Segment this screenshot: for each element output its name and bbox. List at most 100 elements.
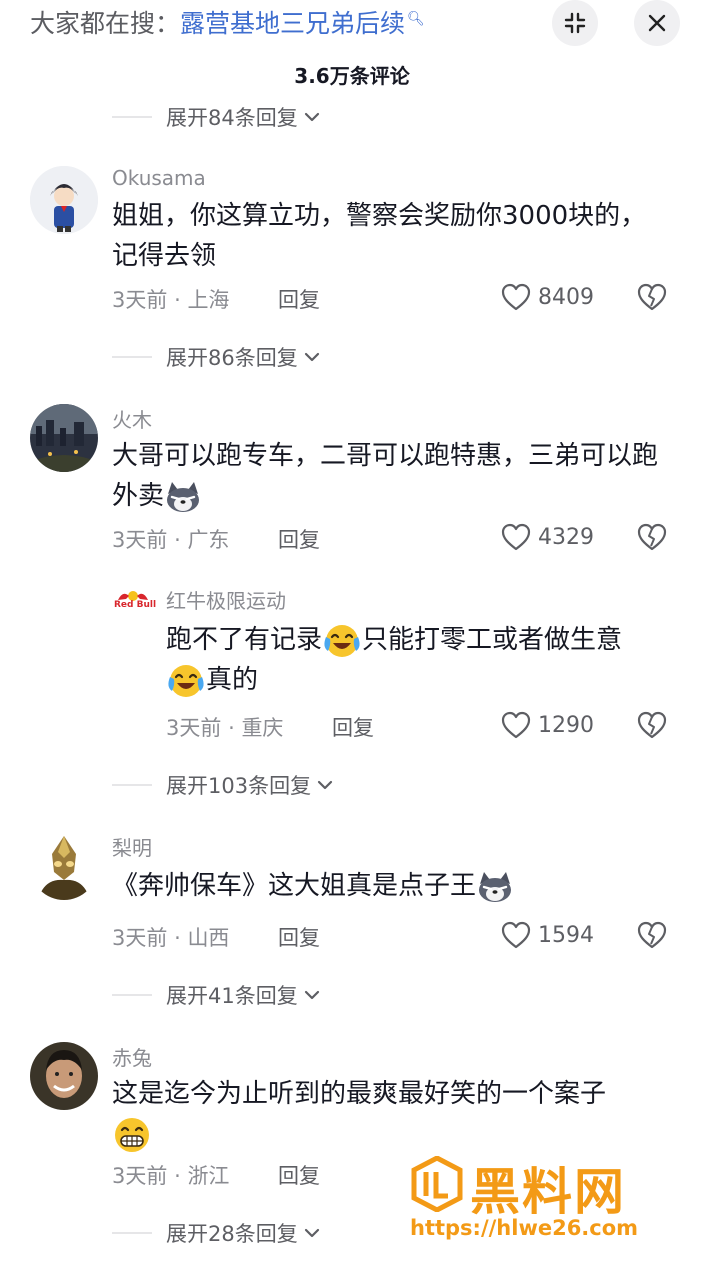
comment-location: 浙江 — [187, 1164, 230, 1188]
avatar[interactable] — [30, 832, 98, 900]
watermark-title: 黑料网 — [470, 1163, 626, 1221]
expand-replies-button[interactable]: 展开84条回复 — [112, 102, 322, 132]
comment-location: 广东 — [187, 528, 230, 552]
avatar[interactable] — [30, 166, 98, 234]
broken-heart-icon — [637, 921, 667, 949]
reply-meta: 3天前 · 重庆 — [166, 712, 283, 742]
like-button[interactable]: 1594 — [500, 920, 594, 950]
expand-replies-button[interactable]: 展开41条回复 — [112, 980, 322, 1010]
comment-count: 3.6万条评论 — [294, 64, 410, 88]
crying-laughing-emoji-icon — [168, 664, 204, 697]
trending-search-label: 大家都在搜： — [30, 9, 181, 38]
chevron-down-icon — [304, 112, 319, 122]
dislike-button[interactable] — [636, 282, 668, 316]
meta-separator: · — [228, 716, 235, 740]
collapse-icon — [564, 12, 586, 34]
heart-icon — [501, 523, 531, 551]
heart-icon — [501, 921, 531, 949]
reply-author[interactable]: 红牛极限运动 — [166, 585, 286, 614]
meta-separator: · — [174, 1164, 181, 1188]
chevron-down-icon — [317, 780, 333, 790]
comment-meta: 3天前 · 广东 — [112, 524, 229, 554]
comment-text: 姐姐，你这算立功，警察会奖励你3000块的，记得去领 — [112, 201, 647, 271]
divider — [112, 1232, 152, 1234]
comment-text: 大哥可以跑专车，二哥可以跑特惠，三弟可以跑外卖 — [112, 436, 682, 516]
like-count: 1290 — [538, 712, 594, 738]
reply-text: 跑不了有记录 只能打零工或者做生意真的 — [166, 620, 676, 700]
top-bar: 大家都在搜：露营基地三兄弟后续 🔍︎ — [0, 0, 704, 46]
watermark: 黑料网 https://hlwe26.com — [410, 1152, 690, 1248]
comment-author[interactable]: 火木 — [112, 404, 152, 433]
crying-laughing-emoji-icon — [324, 624, 360, 657]
chevron-down-icon — [304, 1228, 319, 1238]
close-icon — [648, 14, 666, 32]
comment-meta: 3天前 · 上海 — [112, 284, 229, 314]
divider — [112, 994, 152, 996]
reply-text-part: 跑不了有记录 — [166, 625, 323, 655]
expand-replies-button[interactable]: 展开86条回复 — [112, 342, 322, 372]
heart-icon — [501, 283, 531, 311]
expand-replies-label: 展开41条回复 — [166, 984, 298, 1008]
comment-time: 3天前 — [112, 1164, 168, 1188]
expand-replies-label: 展开84条回复 — [166, 106, 298, 130]
comment-location: 山西 — [187, 926, 230, 950]
trending-search[interactable]: 大家都在搜：露营基地三兄弟后续 🔍︎ — [30, 4, 425, 40]
reply-button[interactable]: 回复 — [278, 284, 320, 314]
redbull-logo-text: Red Bull — [114, 600, 157, 610]
comment-author[interactable]: 梨明 — [112, 832, 152, 861]
reply-button[interactable]: 回复 — [278, 524, 320, 554]
expand-replies-label: 展开86条回复 — [166, 346, 298, 370]
search-icon: 🔍︎ — [407, 10, 425, 27]
redbull-avatar[interactable]: Red Bull — [114, 586, 157, 622]
broken-heart-icon — [637, 523, 667, 551]
like-button[interactable]: 8409 — [500, 282, 594, 312]
husky-emoji-icon — [167, 481, 200, 512]
grinning-emoji-icon — [115, 1117, 149, 1152]
avatar-image — [30, 832, 98, 900]
dislike-button[interactable] — [636, 920, 668, 954]
comment-text-body: 《奔帅保车》这大姐真是点子王 — [112, 871, 477, 901]
broken-heart-icon — [637, 283, 667, 311]
reply-button[interactable]: 回复 — [332, 712, 374, 742]
broken-heart-icon — [637, 711, 667, 739]
meta-separator: · — [174, 288, 181, 312]
like-button[interactable]: 4329 — [500, 522, 594, 552]
divider — [112, 116, 152, 118]
comment-time: 3天前 — [112, 288, 168, 312]
avatar[interactable] — [30, 404, 98, 472]
expand-replies-button[interactable]: 展开103条回复 — [112, 770, 335, 800]
divider — [112, 356, 152, 358]
dislike-button[interactable] — [636, 710, 668, 744]
reply-text-part: 只能打零工或者做生意 — [362, 625, 623, 655]
avatar-image — [30, 1042, 98, 1110]
comment-author[interactable]: Okusama — [112, 166, 206, 190]
comment-text-body: 这是迄今为止听到的最爽最好笑的一个案子 — [112, 1079, 607, 1109]
comment-time: 3天前 — [112, 528, 168, 552]
trending-search-term[interactable]: 露营基地三兄弟后续 — [180, 9, 405, 38]
like-count: 4329 — [538, 524, 594, 550]
chevron-down-icon — [304, 352, 319, 362]
close-button[interactable] — [634, 0, 680, 46]
expand-replies-button[interactable]: 展开28条回复 — [112, 1218, 322, 1248]
dislike-button[interactable] — [636, 522, 668, 556]
reply-text-part: 真的 — [206, 665, 259, 695]
reply-button[interactable]: 回复 — [278, 1160, 320, 1190]
reply-button[interactable]: 回复 — [278, 922, 320, 952]
like-count: 8409 — [538, 284, 594, 310]
comment-meta: 3天前 · 山西 — [112, 922, 229, 952]
comment-time: 3天前 — [112, 926, 168, 950]
collapse-button[interactable] — [552, 0, 598, 46]
chevron-down-icon — [304, 990, 319, 1000]
avatar-image — [30, 166, 98, 234]
comment-author[interactable]: 赤兔 — [112, 1042, 152, 1071]
watermark-url: https://hlwe26.com — [410, 1216, 639, 1240]
meta-separator: · — [174, 528, 181, 552]
comment-text: 这是迄今为止听到的最爽最好笑的一个案子 — [112, 1074, 672, 1154]
comment-location: 上海 — [187, 288, 230, 312]
avatar-image — [30, 404, 98, 472]
expand-replies-label: 展开28条回复 — [166, 1222, 298, 1246]
avatar[interactable] — [30, 1042, 98, 1110]
reply-time: 3天前 — [166, 716, 222, 740]
like-button[interactable]: 1290 — [500, 710, 594, 740]
comment-meta: 3天前 · 浙江 — [112, 1160, 229, 1190]
